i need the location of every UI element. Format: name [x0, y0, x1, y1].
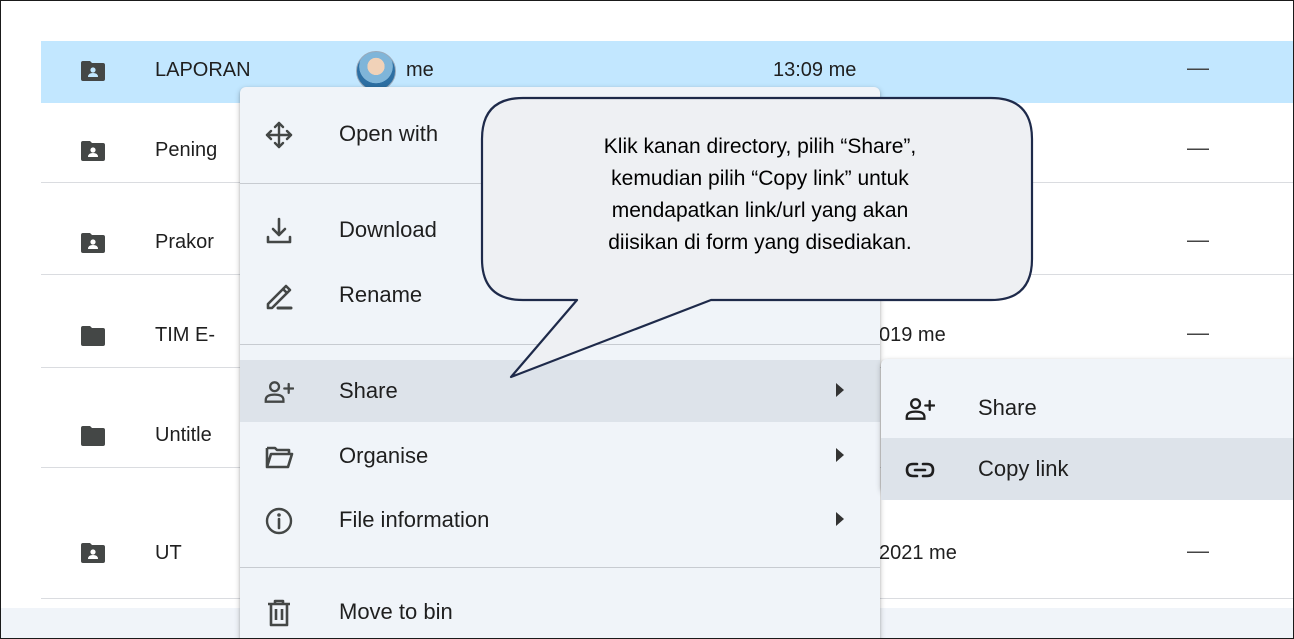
- menu-item-rename[interactable]: Rename: [240, 264, 880, 326]
- submenu-arrow-icon: [836, 383, 844, 397]
- callout-line: diisikan di form yang disediakan.: [608, 231, 912, 254]
- info-icon: [265, 507, 293, 535]
- file-modified: 13:09 me: [773, 59, 857, 81]
- move-arrows-icon: [265, 121, 293, 149]
- file-name: LAPORAN: [155, 59, 251, 81]
- callout-text: Klik kanan directory, pilih “Share”, kem…: [491, 131, 1029, 259]
- folder-icon: [81, 426, 105, 446]
- pencil-icon: [266, 284, 293, 310]
- menu-divider: [240, 344, 880, 345]
- submenu-item-share[interactable]: Share: [881, 377, 1293, 439]
- add-person-icon: [264, 381, 294, 403]
- submenu-item-label: Share: [978, 395, 1037, 420]
- file-size: —: [1187, 227, 1209, 252]
- file-modified: 2021 me: [879, 542, 957, 564]
- menu-item-label: Move to bin: [339, 599, 453, 624]
- file-name: Pening: [155, 139, 218, 161]
- trash-icon: [268, 599, 290, 627]
- menu-item-share[interactable]: Share: [240, 360, 880, 422]
- callout-line: Klik kanan directory, pilih “Share”,: [603, 135, 917, 158]
- submenu-arrow-icon: [836, 512, 844, 526]
- menu-item-label: Organise: [339, 443, 429, 468]
- menu-item-label: Share: [339, 378, 398, 403]
- shared-folder-icon: [81, 233, 105, 253]
- file-size: —: [1187, 135, 1209, 160]
- menu-item-file-information[interactable]: File information: [240, 489, 880, 551]
- file-name: UT: [155, 542, 182, 564]
- file-name: Untitle: [155, 424, 212, 446]
- file-modified: 019 me: [879, 324, 946, 346]
- file-name: TIM E-: [155, 324, 215, 346]
- file-name: Prakor: [155, 231, 214, 253]
- shared-folder-icon: [81, 61, 105, 81]
- menu-item-move-to-bin[interactable]: Move to bin: [240, 581, 880, 638]
- menu-item-organise[interactable]: Organise: [240, 425, 880, 487]
- submenu-item-label: Copy link: [978, 456, 1069, 481]
- menu-item-label: File information: [339, 507, 490, 532]
- add-person-icon: [905, 398, 935, 420]
- folder-icon: [81, 326, 105, 346]
- folder-open-icon: [265, 446, 294, 469]
- shared-folder-icon: [81, 543, 105, 563]
- share-submenu: Share Copy link: [881, 359, 1293, 500]
- owner-avatar: [356, 51, 396, 91]
- file-size: —: [1187, 538, 1209, 563]
- shared-folder-icon: [81, 141, 105, 161]
- menu-item-label: Rename: [339, 282, 423, 307]
- callout-line: kemudian pilih “Copy link” untuk: [611, 167, 909, 190]
- file-owner: me: [406, 59, 434, 81]
- drive-file-list: LAPORAN me 13:09 me — Pening — Prakor — …: [0, 0, 1294, 639]
- file-size: —: [1187, 320, 1209, 345]
- menu-item-label: Open with: [339, 121, 439, 146]
- link-icon: [905, 462, 935, 478]
- menu-divider: [240, 567, 880, 568]
- submenu-arrow-icon: [836, 448, 844, 462]
- menu-item-label: Download: [339, 217, 437, 242]
- submenu-item-copy-link[interactable]: Copy link: [881, 438, 1293, 500]
- callout-line: mendapatkan link/url yang akan: [611, 199, 909, 222]
- download-icon: [266, 217, 292, 244]
- file-size: —: [1187, 55, 1209, 80]
